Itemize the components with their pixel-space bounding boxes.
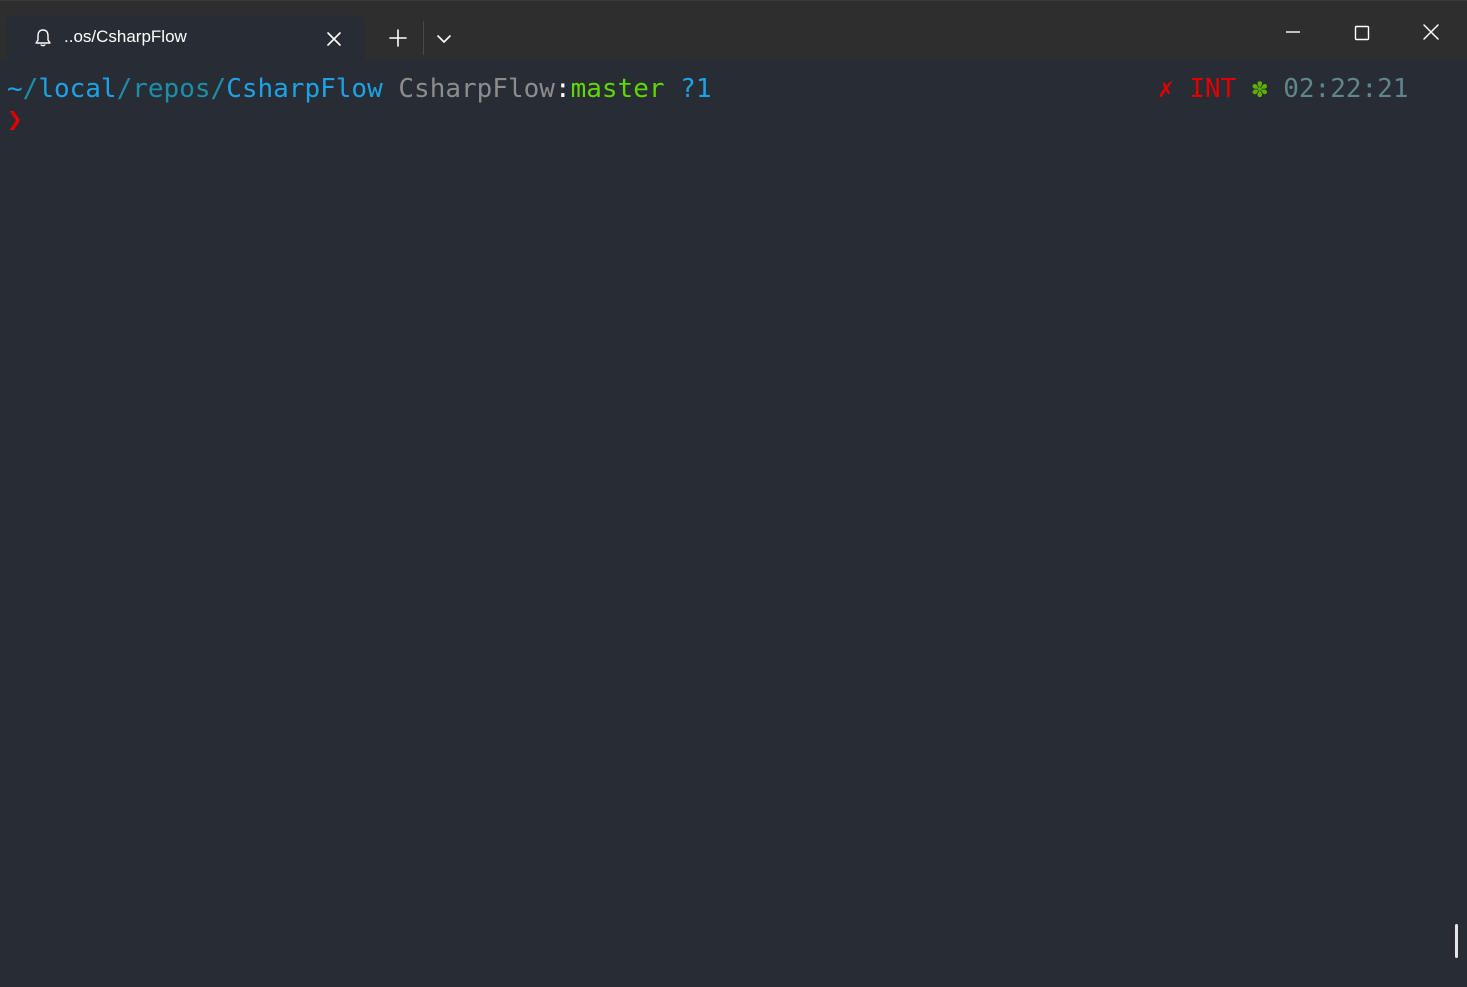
- git-branch: master: [570, 74, 665, 104]
- path-separator: /: [210, 74, 227, 104]
- exit-status-text: INT: [1189, 74, 1237, 104]
- divider: [423, 21, 424, 55]
- error-cross-icon: ✗: [1158, 74, 1174, 104]
- right-prompt: ✗ INT ✽ 02:22:21: [1158, 73, 1408, 105]
- tab-title: ..os/CsharpFlow: [64, 27, 187, 46]
- plus-icon[interactable]: [380, 22, 416, 54]
- prompt-line: ~/local/repos/CsharpFlow CsharpFlow:mast…: [7, 73, 711, 105]
- input-line[interactable]: ❯: [7, 104, 23, 136]
- gear-icon: ✽: [1251, 74, 1268, 104]
- close-icon[interactable]: [1408, 11, 1454, 53]
- clock-time: 02:22:21: [1283, 74, 1409, 104]
- path-separator: /: [22, 74, 39, 104]
- maximize-icon[interactable]: [1339, 11, 1385, 53]
- path-tilde: ~: [7, 74, 23, 104]
- bell-icon: [35, 29, 51, 47]
- path-separator: /: [116, 74, 133, 104]
- minimize-icon[interactable]: [1270, 11, 1316, 53]
- tab-csharpflow[interactable]: ..os/CsharpFlow: [6, 15, 365, 61]
- terminal-window: ..os/CsharpFlow ~/local/repos/CsharpFlow…: [0, 0, 1467, 987]
- git-status: ?1: [680, 74, 712, 104]
- chevron-down-icon[interactable]: [428, 22, 460, 54]
- terminal-content[interactable]: ~/local/repos/CsharpFlow CsharpFlow:mast…: [0, 60, 1467, 987]
- prompt-chevron-icon: ❯: [7, 105, 23, 135]
- title-bar: ..os/CsharpFlow: [0, 0, 1467, 61]
- path-segment-local: local: [38, 74, 117, 104]
- path-segment-csharpflow: CsharpFlow: [226, 74, 383, 104]
- tab-close-icon[interactable]: [322, 27, 346, 51]
- repo-name: CsharpFlow: [398, 74, 555, 104]
- scrollbar-thumb[interactable]: [1455, 924, 1458, 958]
- repo-colon: :: [554, 74, 571, 104]
- path-segment-repos: repos: [132, 74, 211, 104]
